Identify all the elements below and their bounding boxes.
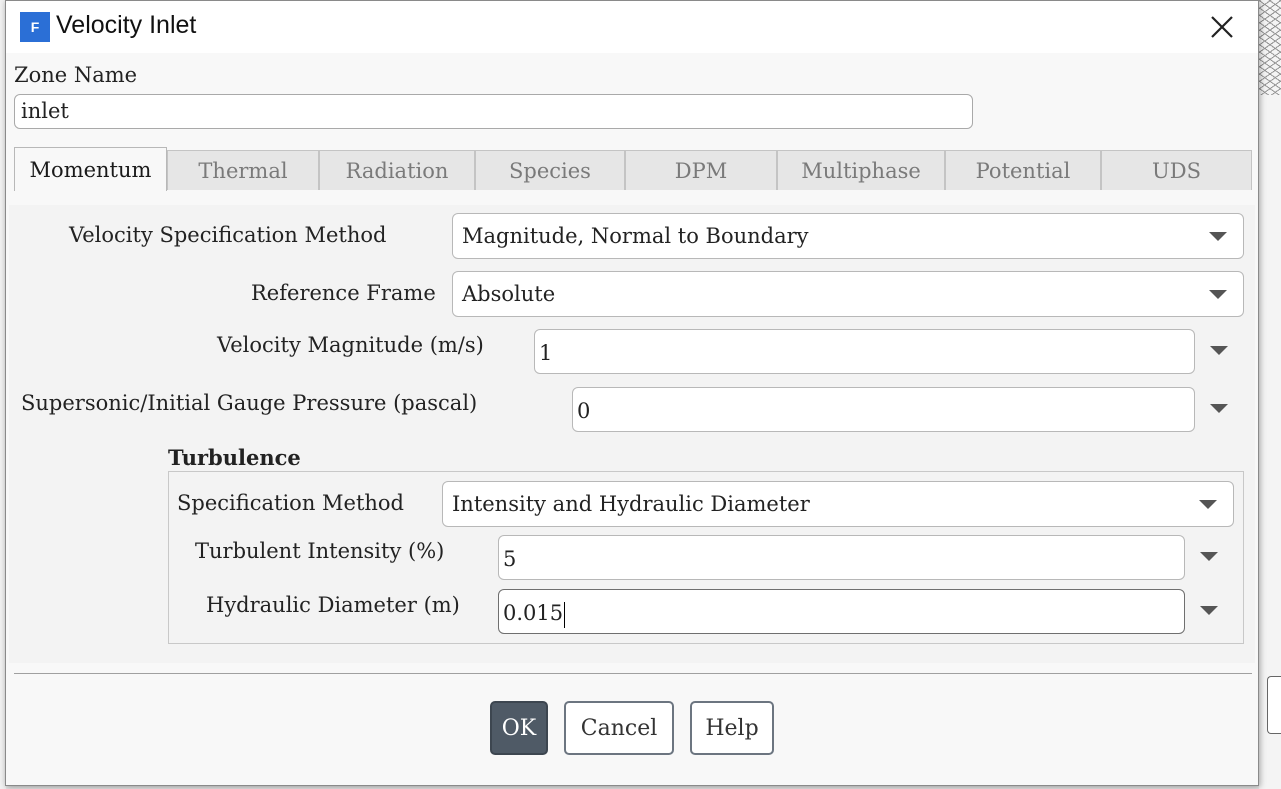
- velocity-spec-method-label: Velocity Specification Method: [69, 223, 387, 247]
- chevron-down-icon: [1199, 500, 1217, 509]
- tab-species[interactable]: Species: [475, 150, 625, 190]
- gauge-pressure-label: Supersonic/Initial Gauge Pressure (pasca…: [21, 391, 478, 415]
- velocity-inlet-dialog: F Velocity Inlet Zone Name inlet Momentu…: [5, 0, 1259, 786]
- turbulence-spec-method-dropdown[interactable]: Intensity and Hydraulic Diameter: [442, 481, 1234, 527]
- tab-potential[interactable]: Potential: [945, 150, 1101, 190]
- chevron-down-icon: [1209, 232, 1227, 241]
- tab-dpm[interactable]: DPM: [625, 150, 777, 190]
- velocity-spec-method-value: Magnitude, Normal to Boundary: [462, 224, 809, 248]
- tab-bar: Momentum Thermal Radiation Species DPM M…: [14, 147, 1252, 191]
- chevron-down-icon: [1209, 290, 1227, 299]
- close-icon: [1211, 16, 1233, 38]
- text-cursor: [564, 601, 566, 628]
- footer-separator: [14, 673, 1252, 674]
- velocity-magnitude-options-arrow[interactable]: [1210, 346, 1228, 355]
- gauge-pressure-input[interactable]: 0: [572, 387, 1195, 432]
- hydraulic-diameter-label: Hydraulic Diameter (m): [206, 593, 460, 617]
- turbulent-intensity-input[interactable]: 5: [498, 535, 1185, 580]
- zone-name-input[interactable]: inlet: [14, 94, 973, 129]
- reference-frame-value: Absolute: [462, 282, 556, 306]
- turbulent-intensity-options-arrow[interactable]: [1200, 552, 1218, 561]
- velocity-spec-method-dropdown[interactable]: Magnitude, Normal to Boundary: [452, 213, 1244, 259]
- tab-momentum[interactable]: Momentum: [14, 147, 167, 191]
- background-partial-button: [1267, 676, 1281, 734]
- hydraulic-diameter-options-arrow[interactable]: [1200, 606, 1218, 615]
- tab-radiation[interactable]: Radiation: [319, 150, 475, 190]
- turbulent-intensity-label: Turbulent Intensity (%): [195, 539, 445, 563]
- dialog-titlebar: F Velocity Inlet: [6, 1, 1258, 53]
- reference-frame-dropdown[interactable]: Absolute: [452, 271, 1244, 317]
- turbulence-spec-method-value: Intensity and Hydraulic Diameter: [452, 492, 810, 516]
- hydraulic-diameter-input[interactable]: 0.015: [498, 589, 1185, 634]
- turbulence-spec-method-label: Specification Method: [177, 491, 405, 515]
- turbulence-heading: Turbulence: [168, 445, 301, 470]
- help-button[interactable]: Help: [690, 701, 774, 755]
- background-mesh-graphic: [1259, 0, 1281, 95]
- fluent-app-icon: F: [20, 12, 50, 42]
- dialog-title: Velocity Inlet: [56, 11, 197, 39]
- hydraulic-diameter-value: 0.015: [503, 601, 564, 625]
- velocity-magnitude-label: Velocity Magnitude (m/s): [217, 333, 484, 357]
- close-button[interactable]: [1208, 13, 1236, 41]
- cancel-button[interactable]: Cancel: [564, 701, 674, 755]
- gauge-pressure-options-arrow[interactable]: [1210, 404, 1228, 413]
- reference-frame-label: Reference Frame: [251, 281, 436, 305]
- tab-thermal[interactable]: Thermal: [167, 150, 319, 190]
- tab-multiphase[interactable]: Multiphase: [777, 150, 945, 190]
- ok-button[interactable]: OK: [490, 701, 548, 755]
- background-window-edge-right: [1259, 0, 1281, 789]
- zone-name-label: Zone Name: [14, 63, 138, 87]
- tab-uds[interactable]: UDS: [1101, 150, 1252, 190]
- velocity-magnitude-input[interactable]: 1: [534, 329, 1195, 374]
